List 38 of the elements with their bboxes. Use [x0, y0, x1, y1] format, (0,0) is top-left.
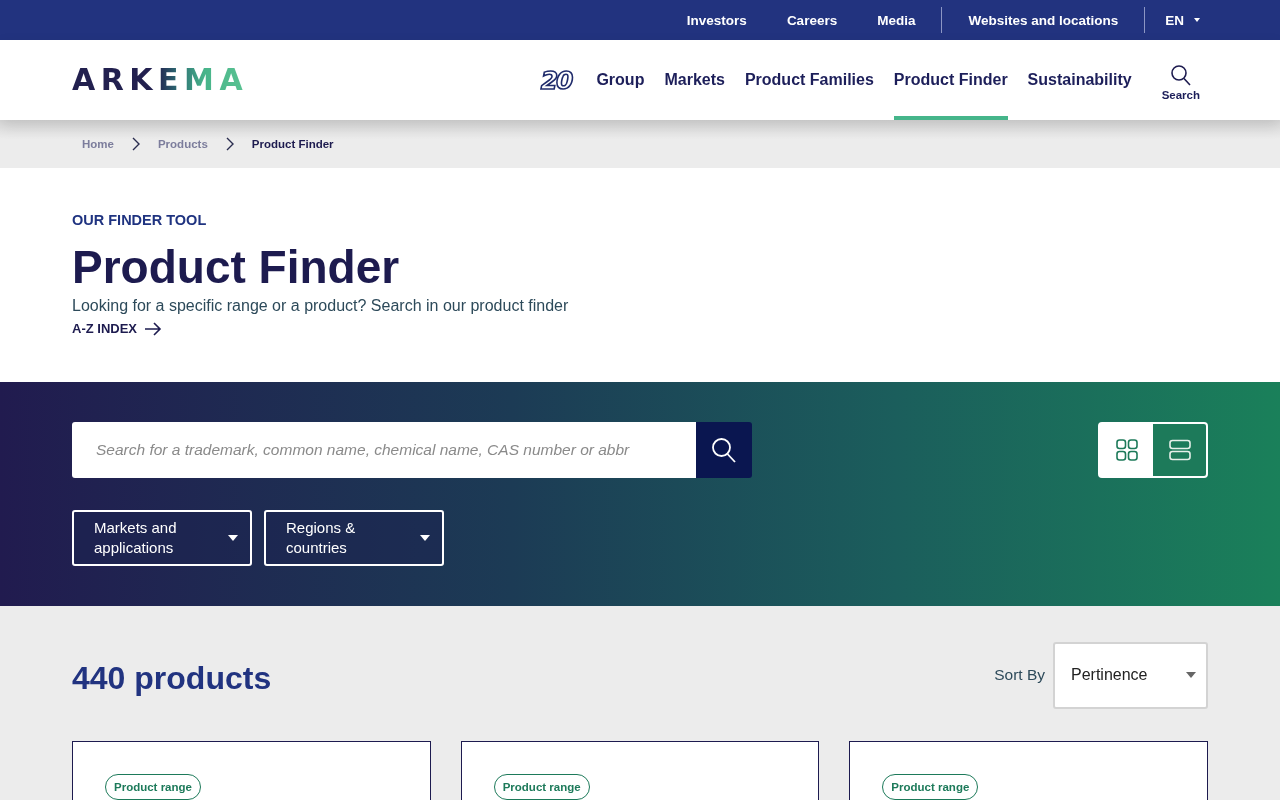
filter-dropdown[interactable]: Regions & countries — [264, 510, 444, 566]
top-link[interactable]: Careers — [786, 12, 838, 28]
sort-select[interactable]: Pertinence — [1053, 641, 1208, 709]
page-title: Product Finder — [72, 242, 400, 292]
top-link[interactable]: Media — [877, 12, 916, 28]
product-card[interactable]: Product range — [460, 741, 820, 800]
chevron-icon — [131, 137, 140, 151]
caret-icon — [228, 535, 238, 541]
arrow-icon — [145, 321, 162, 336]
top-link[interactable]: Investors — [686, 12, 747, 28]
chevron-icon — [225, 137, 234, 151]
caret-icon — [1186, 672, 1196, 678]
list-icon — [1168, 439, 1191, 461]
view-button[interactable] — [1153, 424, 1206, 476]
search-icon — [712, 437, 736, 463]
eyebrow-text: OUR FINDER TOOL — [72, 212, 207, 228]
breadcrumb-link[interactable]: Product Finder — [251, 138, 334, 150]
grid-icon — [1115, 439, 1138, 461]
caret-icon — [420, 535, 430, 541]
product-card[interactable]: Product range — [849, 741, 1208, 800]
search-field[interactable]: Search for a trademark, common name, chemical name, CAS number or abbr — [72, 422, 696, 478]
page-subtitle: Looking for a specific range or a product? Search in our product finder — [72, 296, 569, 316]
product-card[interactable]: Product range — [72, 741, 431, 800]
language-selector[interactable]: EN — [1165, 12, 1200, 28]
index-link[interactable]: A-Z INDEX — [72, 321, 162, 336]
sort-label: Sort By — [994, 666, 1045, 684]
top-link[interactable]: Websites and locations — [968, 12, 1119, 28]
anniversary-logo: 20 — [540, 65, 574, 95]
nav-link[interactable]: Sustainability — [1027, 40, 1132, 120]
nav-link[interactable]: Group — [596, 40, 645, 120]
caret-icon — [1194, 18, 1200, 22]
results-count: 440 products — [72, 659, 272, 697]
nav-link[interactable]: Markets — [664, 40, 725, 120]
search-button[interactable]: Search — [1161, 59, 1200, 101]
search-icon — [1170, 65, 1191, 86]
search-button[interactable] — [696, 422, 752, 478]
filter-dropdown[interactable]: Markets and applications — [72, 510, 252, 566]
nav-link[interactable]: Product Families — [744, 40, 874, 120]
